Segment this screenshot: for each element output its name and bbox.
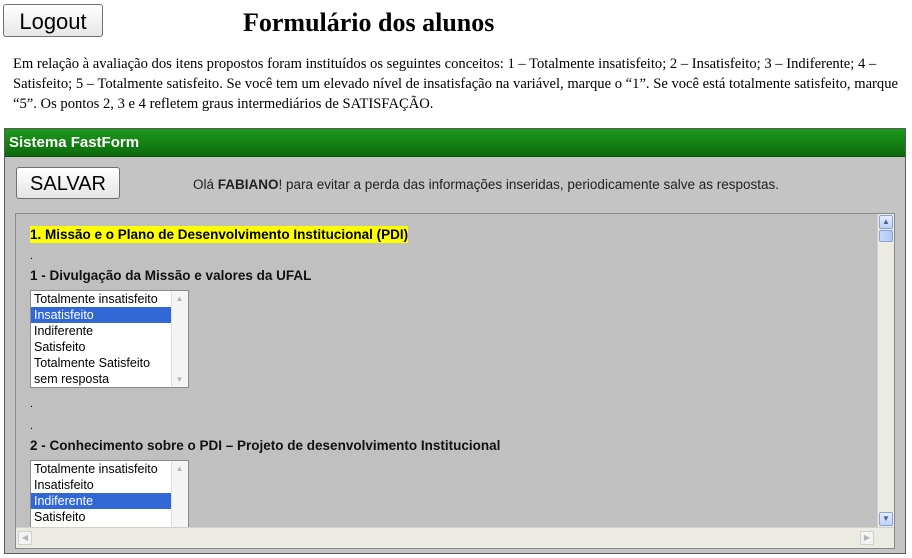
- fastform-panel: Sistema FastForm SALVAR Olá FABIANO! par…: [4, 128, 906, 554]
- question-title: 2 - Conhecimento sobre o PDI – Projeto d…: [30, 438, 501, 453]
- listbox-option[interactable]: Totalmente insatisfeito: [31, 291, 172, 307]
- spacer-dot: .: [30, 420, 34, 432]
- listbox-option[interactable]: Indiferente: [31, 323, 172, 339]
- scroll-up-icon[interactable]: ▲: [879, 215, 893, 229]
- listbox-option[interactable]: sem resposta: [31, 371, 172, 387]
- scrollbar-thumb[interactable]: [879, 230, 893, 242]
- horizontal-scrollbar[interactable]: ◀ ▶: [16, 527, 894, 548]
- scroll-down-icon[interactable]: ▼: [174, 374, 185, 385]
- listbox-option-selected[interactable]: Insatisfeito: [31, 307, 172, 323]
- listbox-option[interactable]: Insatisfeito: [31, 477, 172, 493]
- form-content: 1. Missão e o Plano de Desenvolvimento I…: [30, 226, 870, 548]
- page-title: Formulário dos alunos: [243, 8, 495, 37]
- question-title: 1 - Divulgação da Missão e valores da UF…: [30, 268, 312, 283]
- listbox-option-selected[interactable]: Indiferente: [31, 493, 172, 509]
- panel-title: Sistema FastForm: [5, 129, 905, 157]
- greeting-message: Olá FABIANO! para evitar a perda das inf…: [193, 177, 779, 192]
- logout-button[interactable]: Logout: [3, 4, 103, 37]
- section-title: 1. Missão e o Plano de Desenvolvimento I…: [30, 226, 409, 243]
- scroll-up-icon[interactable]: ▲: [174, 293, 185, 304]
- scroll-down-icon[interactable]: ▼: [879, 512, 893, 526]
- listbox-option[interactable]: Totalmente Satisfeito: [31, 355, 172, 371]
- intro-instructions: Em relação à avaliação dos itens propost…: [13, 56, 898, 112]
- user-name: FABIANO: [217, 177, 279, 192]
- greeting-suffix: ! para evitar a perda das informações in…: [278, 177, 780, 192]
- listbox-option[interactable]: Satisfeito: [31, 339, 172, 355]
- spacer-dot: .: [30, 398, 34, 410]
- spacer-dot: .: [30, 250, 34, 262]
- greeting-prefix: Olá: [193, 177, 218, 192]
- scroll-left-icon[interactable]: ◀: [18, 531, 32, 545]
- save-button[interactable]: SALVAR: [16, 167, 120, 199]
- listbox-option[interactable]: Totalmente insatisfeito: [31, 461, 172, 477]
- listbox-scrollbar[interactable]: ▲ ▼: [171, 291, 188, 387]
- scroll-up-icon[interactable]: ▲: [174, 463, 185, 474]
- vertical-scrollbar[interactable]: ▲ ▼: [877, 214, 894, 528]
- listbox-option[interactable]: Satisfeito: [31, 509, 172, 525]
- form-scroll-area[interactable]: 1. Missão e o Plano de Desenvolvimento I…: [15, 213, 895, 549]
- scroll-right-icon[interactable]: ▶: [860, 531, 874, 545]
- rating-listbox-q1[interactable]: Totalmente insatisfeito Insatisfeito Ind…: [30, 290, 189, 388]
